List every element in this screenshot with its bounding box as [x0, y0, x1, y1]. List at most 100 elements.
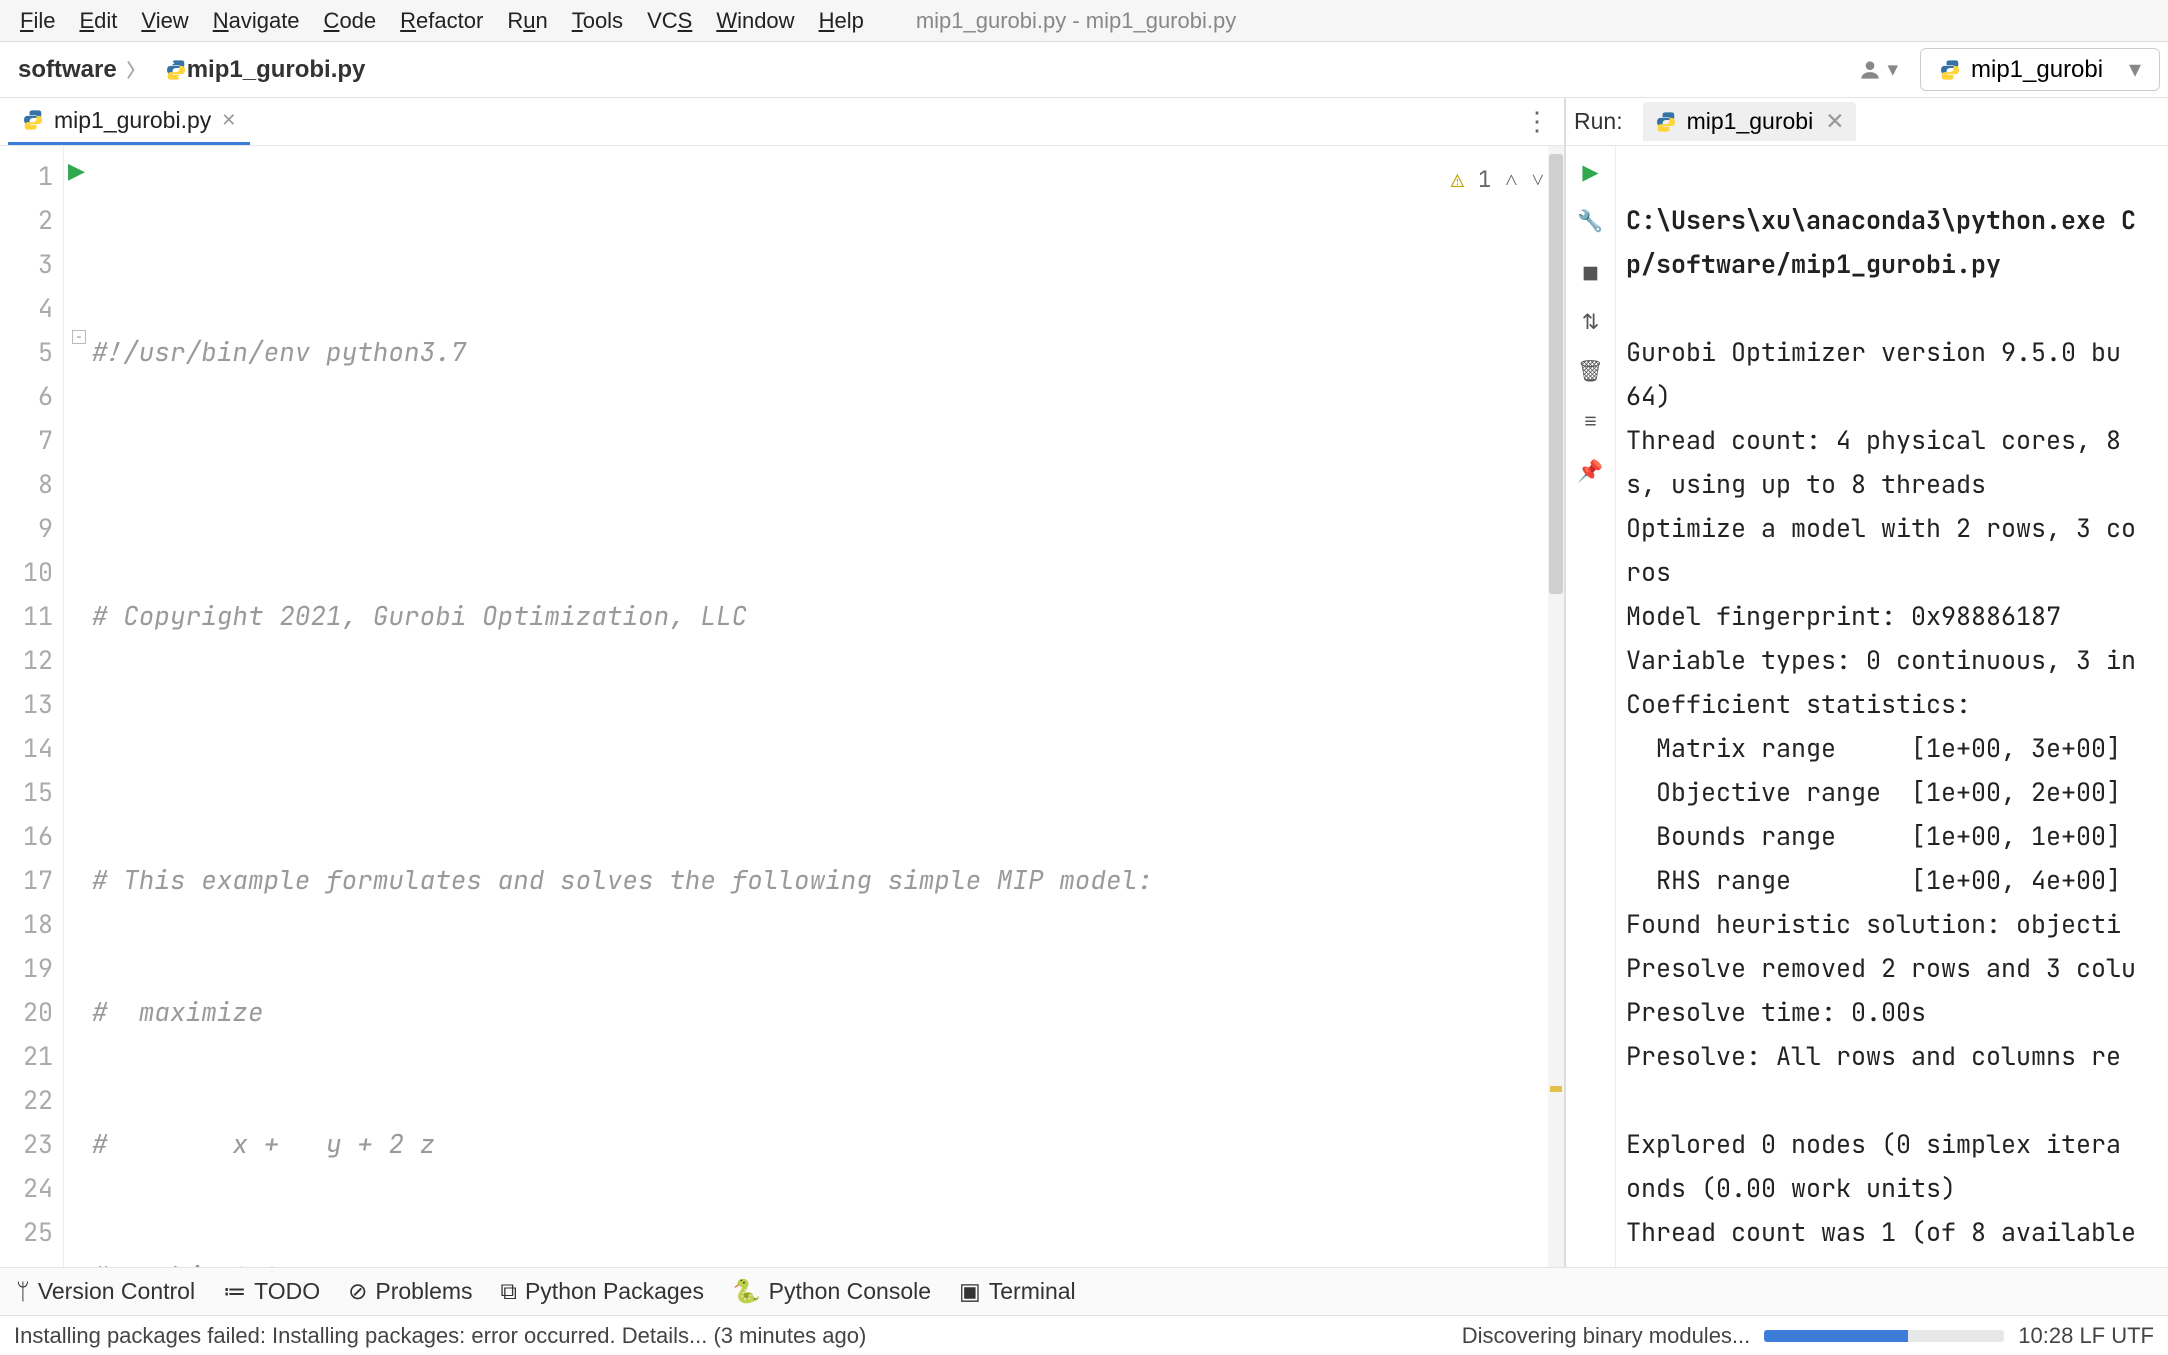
tab-problems[interactable]: ⊘Problems [348, 1278, 472, 1305]
output-line: Variable types: 0 continuous, 3 in [1626, 643, 2136, 677]
output-line: Found heuristic solution: objecti [1626, 907, 2121, 941]
status-message[interactable]: Installing packages failed: Installing p… [14, 1323, 866, 1349]
output-line: 64) [1626, 379, 1671, 413]
code-area[interactable]: ⚠ 1 ˄ ˅ −#!/usr/bin/env python3.7 # Copy… [64, 146, 1564, 1267]
tab-python-packages[interactable]: ⧉ Python Packages [501, 1278, 704, 1305]
code-line: # maximize [92, 994, 264, 1029]
run-body: ▶ 🔧 ◼ ⇅ 🗑 ≡ 📌 C:\Users\xu\anaconda3\pyth… [1566, 146, 2168, 1267]
menu-file[interactable]: File [8, 4, 67, 38]
branch-icon: ᛘ [16, 1278, 30, 1305]
chevron-right-icon: 〉 [127, 57, 145, 83]
rerun-button[interactable]: ▶ [1575, 156, 1607, 188]
run-output[interactable]: C:\Users\xu\anaconda3\python.exe C p/sof… [1616, 146, 2168, 1267]
tab-label: TODO [254, 1278, 320, 1305]
editor-scrollbar[interactable] [1548, 146, 1564, 1267]
tab-version-control[interactable]: ᛘ Version Control [16, 1278, 195, 1305]
scrollbar-thumb[interactable] [1549, 154, 1563, 594]
code-line: #!/usr/bin/env python3.7 [92, 334, 466, 369]
tab-terminal[interactable]: ▣Terminal [959, 1278, 1076, 1305]
tab-todo[interactable]: ≔ TODO [223, 1278, 320, 1305]
run-tool-window: Run: mip1_gurobi ✕ ▶ 🔧 ◼ ⇅ 🗑 ≡ 📌 C:\User… [1566, 98, 2168, 1267]
output-line: Objective range [1e+00, 2e+00] [1626, 775, 2121, 809]
menu-bar: File Edit View Navigate Code Refactor Ru… [0, 0, 2168, 42]
code-line: # This example formulates and solves the… [92, 862, 1153, 897]
next-highlight-icon[interactable]: ˅ [1532, 158, 1544, 202]
close-tab-icon[interactable]: ✕ [221, 110, 236, 131]
fold-indicator[interactable]: − [72, 330, 86, 344]
code-line: # x + y + 2 z [92, 1126, 435, 1161]
soft-wrap-icon[interactable]: ≡ [1575, 406, 1607, 438]
editor-tab-more-icon[interactable]: ⋮ [1524, 106, 1550, 137]
tab-label: Terminal [989, 1278, 1076, 1305]
editor-tab-label: mip1_gurobi.py [54, 107, 211, 134]
tab-python-console[interactable]: 🐍 Python Console [732, 1278, 931, 1305]
menu-tools[interactable]: Tools [560, 4, 635, 38]
run-toolbar: ▶ 🔧 ◼ ⇅ 🗑 ≡ 📌 [1566, 146, 1616, 1267]
run-configuration-selector[interactable]: mip1_gurobi ▾ [1920, 48, 2160, 91]
bottom-toolwindow-bar: ᛘ Version Control ≔ TODO ⊘Problems ⧉ Python… [0, 1267, 2168, 1315]
tab-label: Version Control [38, 1278, 195, 1305]
chevron-down-icon: ▾ [2129, 55, 2141, 84]
wrench-icon[interactable]: 🔧 [1575, 206, 1607, 238]
editor-tabs: mip1_gurobi.py ✕ ⋮ [0, 98, 1564, 146]
chevron-down-icon: ▾ [1887, 57, 1898, 82]
stop-button[interactable]: ◼ [1575, 256, 1607, 288]
output-line: Optimize a model with 2 rows, 3 co [1626, 511, 2136, 545]
output-line: Model fingerprint: 0x98886187 [1626, 599, 2061, 633]
background-task-label[interactable]: Discovering binary modules... [1462, 1323, 1751, 1349]
output-line: s, using up to 8 threads [1626, 467, 1986, 501]
tab-label: Python Packages [525, 1278, 704, 1305]
add-configuration-user-icon[interactable]: ▾ [1847, 51, 1908, 89]
output-line: Thread count: 4 physical cores, 8 [1626, 423, 2121, 457]
output-line: Bounds range [1e+00, 1e+00] [1626, 819, 2121, 853]
menu-view[interactable]: View [129, 4, 200, 38]
output-line: onds (0.00 work units) [1626, 1171, 1956, 1205]
output-line: RHS range [1e+00, 4e+00] [1626, 863, 2121, 897]
editor-tab-active[interactable]: mip1_gurobi.py ✕ [8, 99, 250, 145]
menu-help[interactable]: Help [807, 4, 876, 38]
output-line: ros [1626, 555, 1671, 589]
python-icon [1655, 111, 1677, 133]
code-line: # Copyright 2021, Gurobi Optimization, L… [92, 598, 747, 633]
breadcrumb-file-label: mip1_gurobi.py [187, 56, 366, 84]
output-line: Presolve: All rows and columns re [1626, 1039, 2121, 1073]
problems-icon: ⊘ [348, 1278, 367, 1305]
menu-refactor[interactable]: Refactor [388, 4, 495, 38]
package-icon: ⧉ [501, 1278, 517, 1305]
user-icon [1857, 57, 1883, 83]
nav-bar: software 〉 mip1_gurobi.py ▾ mip1_gurobi … [0, 42, 2168, 98]
editor-panel: mip1_gurobi.py ✕ ⋮ ▶ 1234 5678 9101112 1… [0, 98, 1566, 1267]
python-file-icon [165, 59, 187, 81]
output-line: Thread count was 1 (of 8 available [1626, 1215, 2136, 1249]
list-icon: ≔ [223, 1278, 246, 1305]
menu-code[interactable]: Code [312, 4, 389, 38]
progress-fill [1764, 1330, 1908, 1342]
tab-label: Python Console [769, 1278, 931, 1305]
breadcrumb-file[interactable]: mip1_gurobi.py [155, 52, 376, 88]
editor-gutter: 1234 5678 9101112 1314151617 18192021 22… [0, 146, 64, 1267]
layout-icon[interactable]: ⇅ [1575, 306, 1607, 338]
output-line: Gurobi Optimizer version 9.5.0 bu [1626, 335, 2121, 369]
menu-run[interactable]: Run [495, 4, 559, 38]
code-line: # subject to [92, 1258, 295, 1267]
editor-body: ▶ 1234 5678 9101112 1314151617 18192021 … [0, 146, 1564, 1267]
pin-icon[interactable]: 📌 [1575, 456, 1607, 488]
status-caret-info[interactable]: 10:28 LF UTF [2018, 1323, 2154, 1349]
inspection-widget[interactable]: ⚠ 1 ˄ ˅ [1451, 158, 1544, 202]
progress-bar[interactable] [1764, 1330, 2004, 1342]
breadcrumb-root[interactable]: software 〉 [8, 52, 155, 88]
menu-window[interactable]: Window [704, 4, 806, 38]
python-icon [1939, 59, 1961, 81]
status-bar: Installing packages failed: Installing p… [0, 1315, 2168, 1355]
run-tab-active[interactable]: mip1_gurobi ✕ [1643, 102, 1857, 141]
menu-navigate[interactable]: Navigate [201, 4, 312, 38]
close-tab-icon[interactable]: ✕ [1825, 108, 1844, 135]
python-icon: 🐍 [732, 1278, 761, 1305]
warning-count: 1 [1478, 158, 1491, 202]
menu-vcs[interactable]: VCS [635, 4, 704, 38]
trash-icon[interactable]: 🗑 [1575, 356, 1607, 388]
scrollbar-marker-warning[interactable] [1550, 1086, 1562, 1092]
prev-highlight-icon[interactable]: ˄ [1505, 158, 1517, 202]
menu-edit[interactable]: Edit [67, 4, 129, 38]
output-line: C:\Users\xu\anaconda3\python.exe C [1626, 203, 2136, 237]
